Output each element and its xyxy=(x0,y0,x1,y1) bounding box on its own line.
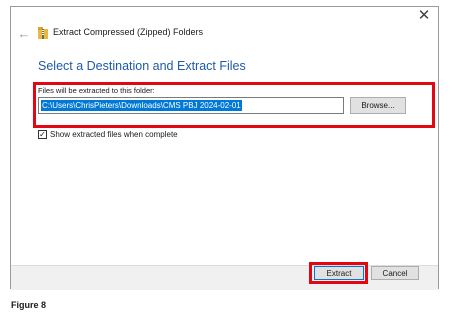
destination-path-input[interactable]: C:\Users\ChrisPieters\Downloads\CMS PBJ … xyxy=(38,97,344,114)
cancel-button[interactable]: Cancel xyxy=(371,266,419,280)
back-arrow-icon[interactable]: ← xyxy=(16,25,32,41)
show-files-option[interactable]: ✓ Show extracted files when complete xyxy=(38,130,178,139)
extract-highlight-box xyxy=(309,262,368,284)
destination-path-value[interactable]: C:\Users\ChrisPieters\Downloads\CMS PBJ … xyxy=(41,100,242,111)
show-files-label[interactable]: Show extracted files when complete xyxy=(50,130,178,139)
figure-caption: Figure 8 xyxy=(11,300,47,310)
zip-folder-icon xyxy=(38,27,48,39)
page-heading: Select a Destination and Extract Files xyxy=(38,59,246,73)
destination-label: Files will be extracted to this folder: xyxy=(38,86,155,95)
show-files-checkbox[interactable]: ✓ xyxy=(38,130,47,139)
extract-dialog: ✕ ← Extract Compressed (Zipped) Folders … xyxy=(10,6,439,290)
dialog-title: Extract Compressed (Zipped) Folders xyxy=(53,27,204,37)
browse-button[interactable]: Browse... xyxy=(350,97,406,114)
close-icon[interactable]: ✕ xyxy=(412,7,436,24)
